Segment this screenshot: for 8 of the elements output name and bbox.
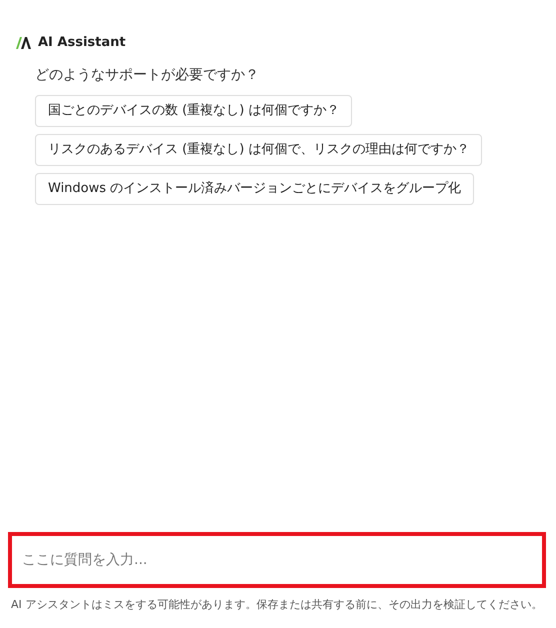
- suggestion-button[interactable]: 国ごとのデバイスの数 (重複なし) は何個ですか？: [35, 94, 352, 126]
- logo-icon: [16, 36, 32, 49]
- question-input[interactable]: ここに質問を入力...: [8, 532, 546, 588]
- suggestion-button[interactable]: リスクのあるデバイス (重複なし) は何個で、リスクの理由は何ですか？: [35, 134, 482, 166]
- prompt-text: どのようなサポートが必要ですか？: [35, 66, 259, 84]
- disclaimer-text: AI アシスタントはミスをする可能性があります。保存または共有する前に、その出力を検証してください。: [10, 597, 544, 613]
- app-title: AI Assistant: [38, 34, 126, 52]
- suggestion-button[interactable]: Windows のインストール済みバージョンごとにデバイスをグループ化: [35, 172, 474, 204]
